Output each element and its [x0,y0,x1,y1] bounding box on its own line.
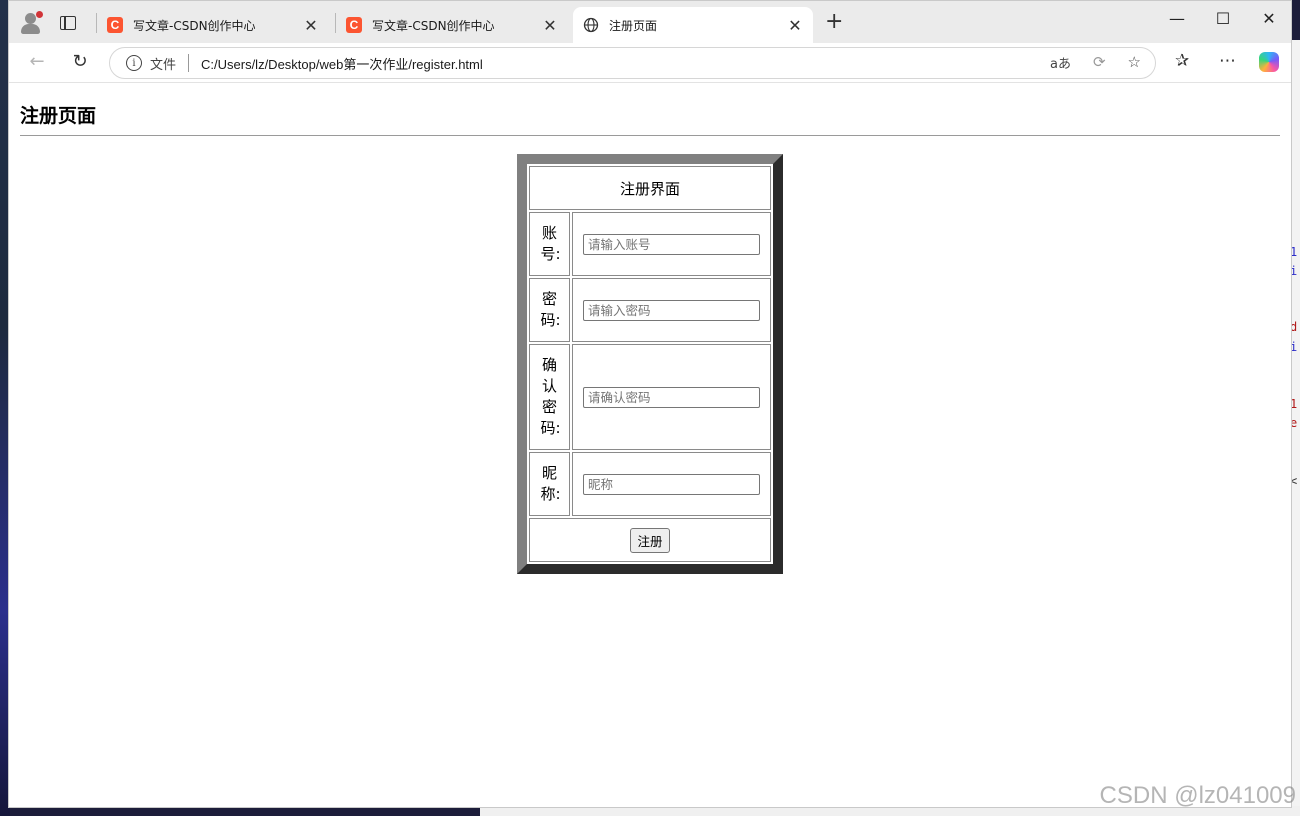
confirm-password-label: 确认密码: [529,344,570,450]
address-bar-actions: aあ ⟳ ☆ [1050,53,1141,72]
nickname-label: 昵称: [529,452,570,516]
tab-register[interactable]: 注册页面 ✕ [573,7,813,43]
profile-icon[interactable] [19,11,43,35]
browser-window: C 写文章-CSDN创作中心 ✕ C 写文章-CSDN创作中心 ✕ 注册页面 ✕… [8,0,1292,808]
back-icon[interactable]: ← [25,51,49,75]
tab-title: 写文章-CSDN创作中心 [372,18,495,33]
tab-csdn-2[interactable]: C 写文章-CSDN创作中心 ✕ [336,7,568,43]
tab-actions-icon[interactable] [60,16,76,30]
page-content: 注册页面 注册界面 账号: 密码: 确认密码: [9,83,1291,807]
copilot-icon[interactable] [1259,52,1279,72]
refresh-page-icon[interactable]: ⟳ [1093,53,1106,72]
address-bar[interactable]: i 文件 C:/Users/lz/Desktop/web第一次作业/regist… [109,47,1156,79]
confirm-password-cell [572,344,771,450]
page-heading: 注册页面 [20,105,97,127]
csdn-icon: C [107,17,123,33]
close-tab-icon[interactable]: ✕ [542,16,558,35]
read-aloud-icon[interactable]: aあ [1050,53,1071,72]
scheme-label: 文件 [150,57,177,73]
account-cell [572,212,771,276]
account-input[interactable] [583,233,760,255]
more-icon[interactable]: ⋯ [1219,51,1236,71]
tab-csdn-1[interactable]: C 写文章-CSDN创作中心 ✕ [97,7,329,43]
toolbar: ← ↻ i 文件 C:/Users/lz/Desktop/web第一次作业/re… [9,43,1291,83]
confirm-password-input[interactable] [583,386,760,408]
favorites-icon[interactable]: ✰ [1175,51,1189,71]
close-tab-icon[interactable]: ✕ [303,16,319,35]
password-cell [572,278,771,342]
form-caption: 注册界面 [529,166,771,210]
favorite-icon[interactable]: ☆ [1128,53,1141,72]
watermark: CSDN @lz041009 [1099,782,1296,809]
maximize-icon[interactable]: ☐ [1200,9,1246,28]
csdn-icon: C [346,17,362,33]
nickname-cell [572,452,771,516]
password-input[interactable] [583,299,760,321]
address-separator [188,54,190,72]
minimize-icon[interactable]: — [1154,9,1200,28]
account-label: 账号: [529,212,570,276]
refresh-icon[interactable]: ↻ [68,51,92,75]
nickname-input[interactable] [583,473,760,495]
url-text[interactable]: C:/Users/lz/Desktop/web第一次作业/register.ht… [201,54,483,73]
register-form-table: 注册界面 账号: 密码: 确认密码: 昵称: [517,154,783,574]
new-tab-button[interactable]: + [825,11,843,33]
heading-divider [20,135,1280,136]
tab-title: 注册页面 [609,18,658,33]
globe-icon [583,17,599,33]
register-button[interactable]: 注册 [630,527,670,553]
close-tab-icon[interactable]: ✕ [787,16,803,35]
close-window-icon[interactable]: ✕ [1246,9,1291,28]
info-icon[interactable]: i [126,55,142,71]
submit-cell: 注册 [529,518,771,562]
tab-strip: C 写文章-CSDN创作中心 ✕ C 写文章-CSDN创作中心 ✕ 注册页面 ✕… [9,1,1291,43]
password-label: 密码: [529,278,570,342]
tab-title: 写文章-CSDN创作中心 [133,18,256,33]
